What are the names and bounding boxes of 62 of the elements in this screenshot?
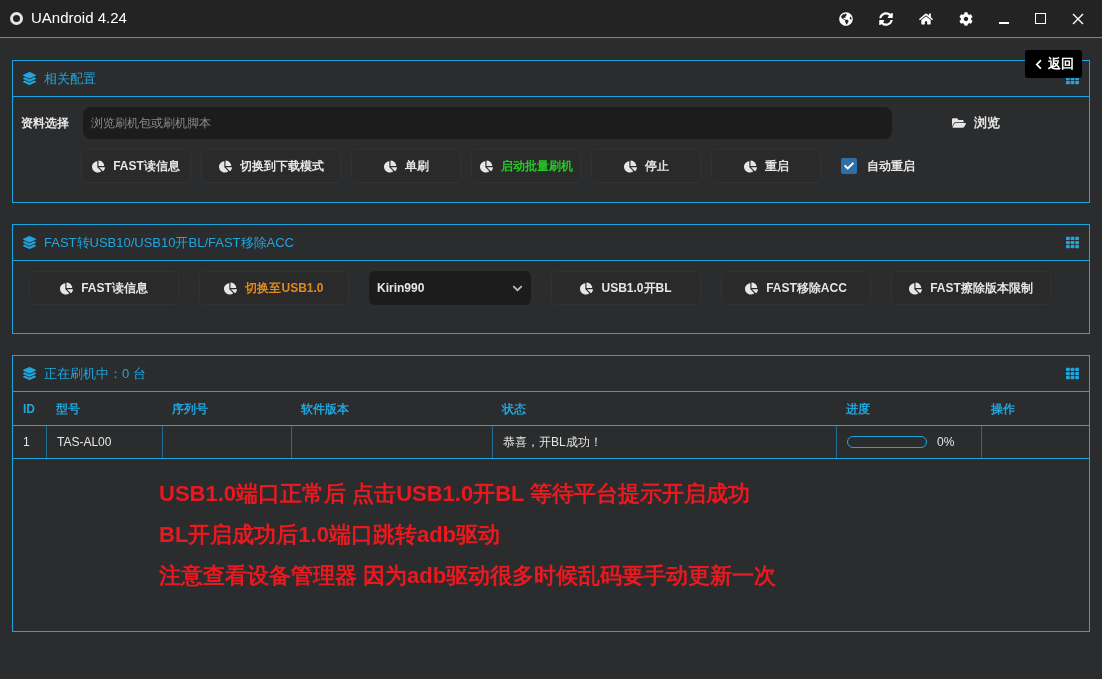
layers-icon [23,236,36,249]
folder-icon [952,116,966,130]
pie-icon [479,159,493,173]
progress-text: 0% [937,434,955,451]
action-button[interactable]: 停止 [591,149,701,183]
grid-icon [1066,236,1079,249]
file-label: 资料选择 [21,115,70,132]
panel-title: 相关配置 [44,69,96,88]
close-icon[interactable] [1072,12,1084,25]
column-header: ID [22,400,36,418]
refresh-icon[interactable] [879,11,893,26]
layers-icon [23,367,36,380]
table-cell: 恭喜，开BL成功！ [492,426,836,458]
pie-icon [383,159,397,173]
auto-restart-checkbox[interactable]: 自动重启 [841,157,915,175]
action-button[interactable]: FAST读信息 [81,149,191,183]
table-cell-text: 1 [22,434,31,451]
column-header: 进度 [845,400,871,418]
model-dropdown[interactable]: Kirin990 [369,271,531,305]
window-title: UAndroid 4.24 [31,8,127,29]
maximize-icon[interactable] [1035,13,1046,24]
column-header: 状态 [500,400,527,418]
column-header: 操作 [990,400,1016,418]
pie-icon [92,159,106,173]
pie-icon [224,281,238,295]
browse-button[interactable]: 浏览 [916,107,1036,139]
chevron-left-icon [1033,58,1044,70]
instruction-note: BL开启成功后1.0端口跳转adb驱动 [159,521,502,549]
column-header: 序列号 [171,400,209,418]
grid-icon [1066,367,1079,380]
table-cell: TAS-AL00 [46,426,162,458]
pie-icon [745,281,759,295]
action-button[interactable]: FAST读信息 [29,271,179,305]
action-button[interactable]: 重启 [711,149,821,183]
globe-icon[interactable] [839,11,853,26]
back-button[interactable]: 返回 [1025,50,1082,78]
action-button[interactable]: 单刷 [351,149,461,183]
panel-title: FAST转USB10/USB10开BL/FAST移除ACC [44,233,294,252]
action-button[interactable]: USB1.0开BL [551,271,701,305]
home-icon[interactable] [919,11,933,26]
pie-icon [580,281,594,295]
column-header: 软件版本 [300,400,350,418]
pie-icon [60,281,74,295]
column-header: 型号 [55,400,81,418]
instruction-note: USB1.0端口正常后 点击USB1.0开BL 等待平台提示开启成功 [159,480,752,508]
action-button[interactable]: 切换到下载模式 [201,149,341,183]
minimize-icon[interactable] [999,21,1009,24]
check-icon [844,161,854,171]
pie-icon [218,159,232,173]
layers-icon [23,72,36,85]
pie-icon [743,159,757,173]
panel-title: 正在刷机中：0 台 [44,364,146,383]
instruction-note: 注意查看设备管理器 因为adb驱动很多时候乱码要手动更新一次 [159,562,778,590]
action-button[interactable]: 切换至USB1.0 [199,271,349,305]
action-button[interactable]: FAST擦除版本限制 [891,271,1051,305]
file-field[interactable]: 浏览刷机包或刷机脚本 [83,107,892,139]
pie-icon [909,281,923,295]
action-button[interactable]: FAST移除ACC [721,271,871,305]
pie-icon [623,159,637,173]
settings-icon[interactable] [959,11,973,26]
app-logo-icon [10,12,23,25]
action-button[interactable]: 启动批量刷机 [471,149,581,183]
